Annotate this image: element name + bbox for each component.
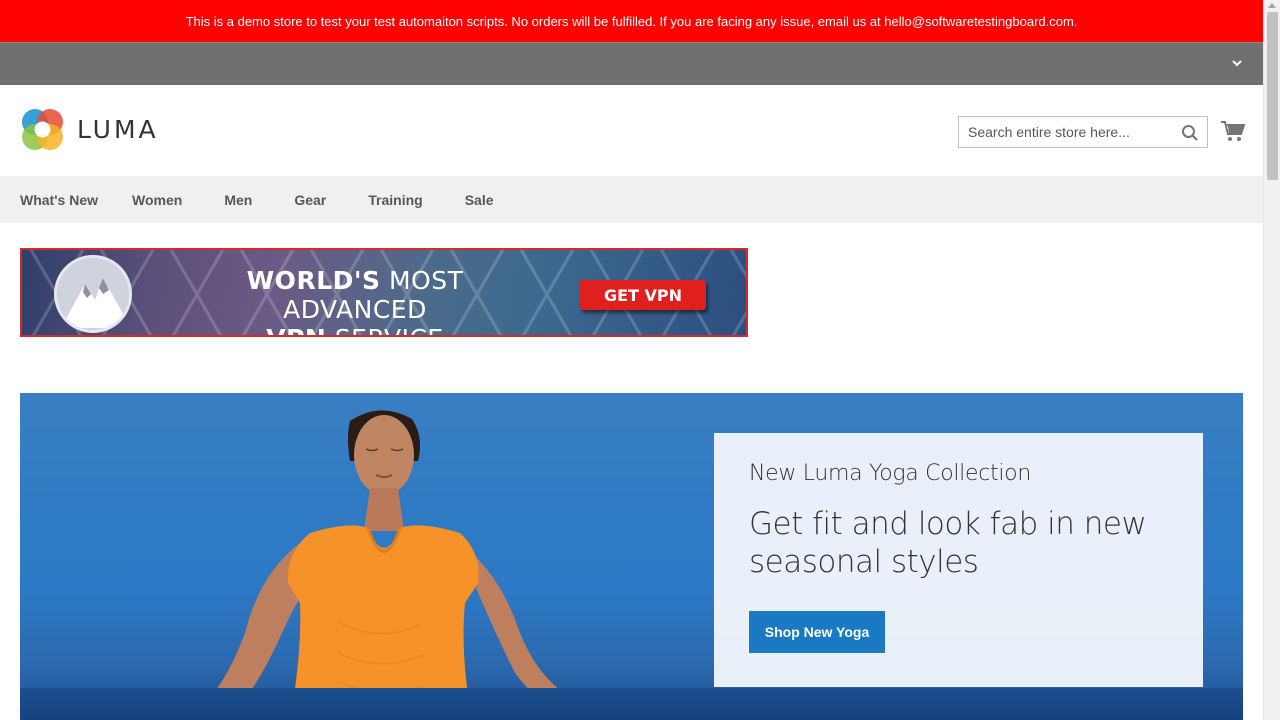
promo-subtitle: New Luma Yoga Collection: [749, 461, 1031, 486]
mountain-icon: [54, 255, 132, 333]
luma-logo-icon: [22, 109, 63, 150]
site-header: LUMA: [0, 85, 1263, 176]
nav-item-gear[interactable]: Gear: [294, 192, 326, 208]
search-icon[interactable]: [1181, 124, 1199, 142]
search-box: [958, 116, 1208, 148]
demo-notice-text: This is a demo store to test your test a…: [185, 13, 1078, 29]
header-panel: [0, 42, 1263, 85]
vpn-ad-banner[interactable]: WORLD'S MOST ADVANCED VPN SERVICE GET VP…: [20, 248, 748, 337]
scroll-up-arrow-icon[interactable]: [1268, 3, 1276, 8]
promo-title: Get fit and look fab in new seasonal sty…: [749, 506, 1147, 580]
search-input[interactable]: [959, 117, 1169, 147]
yoga-woman-image: [190, 410, 640, 720]
nav-item-sale[interactable]: Sale: [465, 192, 494, 208]
hero-banner[interactable]: New Luma Yoga Collection Get fit and loo…: [20, 393, 1243, 720]
demo-store-notice: This is a demo store to test your test a…: [0, 0, 1263, 42]
promo-card: New Luma Yoga Collection Get fit and loo…: [714, 433, 1203, 687]
scroll-thumb[interactable]: [1267, 12, 1278, 180]
sea-horizon: [20, 688, 1243, 720]
luma-logo[interactable]: LUMA: [20, 107, 159, 152]
nav-item-whats-new[interactable]: What's New: [20, 192, 98, 208]
page-scrollbar[interactable]: [1263, 0, 1280, 720]
logo-text: LUMA: [77, 115, 159, 144]
nav-item-training[interactable]: Training: [368, 192, 422, 208]
get-vpn-button[interactable]: GET VPN: [580, 280, 706, 310]
ad-headline: WORLD'S MOST ADVANCED VPN SERVICE: [182, 266, 528, 335]
nav-item-men[interactable]: Men: [224, 192, 252, 208]
ad-headline-line2-bold: VPN: [266, 324, 326, 335]
main-nav: What's New Women Men Gear Training Sale: [0, 176, 1263, 223]
shop-new-yoga-button[interactable]: Shop New Yoga: [749, 611, 885, 653]
nav-item-women[interactable]: Women: [132, 192, 182, 208]
ad-headline-line2-rest: SERVICE: [335, 324, 444, 335]
cart-icon[interactable]: [1220, 118, 1246, 144]
chevron-down-icon[interactable]: [1229, 55, 1245, 71]
ad-headline-line1-bold: WORLD'S: [246, 266, 381, 295]
